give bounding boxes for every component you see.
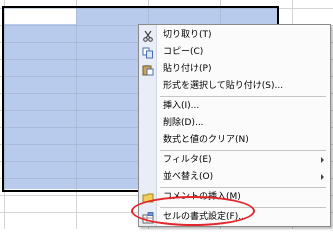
menu-separator — [160, 150, 326, 151]
menu-item-label: 貼り付け(P) — [163, 64, 212, 74]
menu-item-clear-contents[interactable]: 数式と値のクリア(N) — [139, 132, 330, 149]
menu-item-label: 削除(D)... — [163, 118, 204, 128]
menu-item-label: 数式と値のクリア(N) — [163, 135, 249, 145]
scissors-icon — [141, 29, 154, 42]
menu-item-copy[interactable]: コピー(C) — [139, 44, 330, 61]
menu-item-label: 切り取り(T) — [163, 30, 212, 40]
menu-item-sort[interactable]: 並べ替え(O) — [139, 169, 330, 186]
menu-item-label: 形式を選択して貼り付け(S)... — [163, 81, 284, 91]
menu-item-paste[interactable]: 貼り付け(P) — [139, 61, 330, 78]
submenu-arrow-icon — [321, 174, 324, 180]
menu-separator — [160, 96, 326, 97]
menu-item-filter[interactable]: フィルタ(E) — [139, 152, 330, 169]
highlight-ellipse — [131, 196, 255, 226]
menu-item-insert[interactable]: 挿入(I)... — [139, 98, 330, 115]
menu-item-label: コピー(C) — [163, 47, 204, 57]
paste-icon — [141, 63, 154, 76]
menu-item-label: 挿入(I)... — [163, 101, 200, 111]
menu-item-label: 並べ替え(O) — [163, 172, 214, 182]
menu-separator — [160, 187, 326, 188]
menu-item-cut[interactable]: 切り取り(T) — [139, 27, 330, 44]
menu-item-delete[interactable]: 削除(D)... — [139, 115, 330, 132]
copy-icon — [141, 46, 154, 59]
submenu-arrow-icon — [321, 157, 324, 163]
menu-item-label: フィルタ(E) — [163, 155, 212, 165]
menu-item-paste-special[interactable]: 形式を選択して貼り付け(S)... — [139, 78, 330, 95]
